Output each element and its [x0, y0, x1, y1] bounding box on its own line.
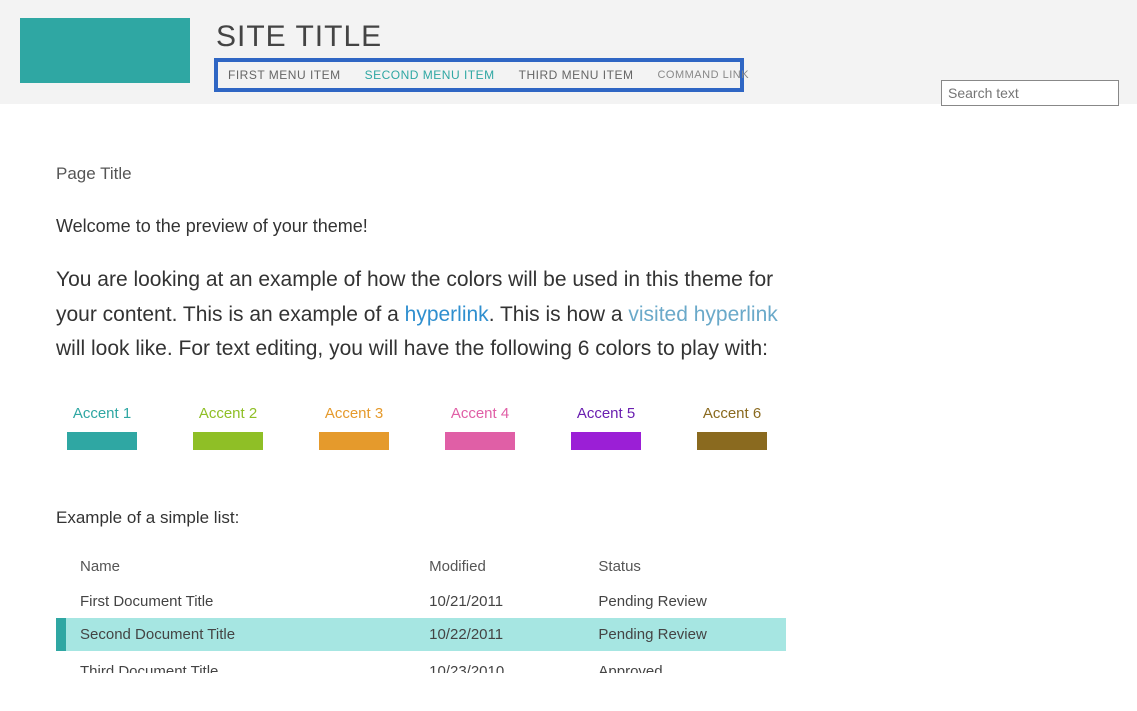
- accent-3-label: Accent 3: [325, 405, 383, 422]
- accent-4: Accent 4: [444, 405, 516, 450]
- cell-status: Pending Review: [574, 618, 786, 651]
- list-heading: Example of a simple list:: [56, 508, 800, 528]
- accent-4-swatch: [445, 432, 515, 450]
- search-input[interactable]: [941, 80, 1119, 106]
- accent-4-label: Accent 4: [451, 405, 509, 422]
- accent-2-label: Accent 2: [199, 405, 257, 422]
- accent-6-swatch: [697, 432, 767, 450]
- accent-3-swatch: [319, 432, 389, 450]
- cell-modified: 10/21/2011: [405, 585, 574, 618]
- nav-item-third[interactable]: THIRD MENU ITEM: [519, 68, 634, 82]
- col-header-status[interactable]: Status: [574, 550, 786, 585]
- header-band: SITE TITLE FIRST MENU ITEM SECOND MENU I…: [0, 0, 1137, 104]
- cell-status: Pending Review: [574, 585, 786, 618]
- cell-name: Second Document Title: [56, 618, 405, 651]
- accent-1-label: Accent 1: [73, 405, 131, 422]
- document-table: Name Modified Status First Document Titl…: [56, 550, 786, 673]
- cell-status: Approved: [574, 651, 786, 673]
- cell-name: Third Document Title: [56, 651, 405, 673]
- accent-6: Accent 6: [696, 405, 768, 450]
- welcome-text: Welcome to the preview of your theme!: [56, 216, 800, 237]
- table-row[interactable]: Third Document Title 10/23/2010 Approved: [56, 651, 786, 673]
- accent-1: Accent 1: [66, 405, 138, 450]
- nav-item-first[interactable]: FIRST MENU ITEM: [228, 68, 341, 82]
- accent-5-swatch: [571, 432, 641, 450]
- cell-modified: 10/22/2011: [405, 618, 574, 651]
- table-row[interactable]: First Document Title 10/21/2011 Pending …: [56, 585, 786, 618]
- accent-5: Accent 5: [570, 405, 642, 450]
- example-visited-hyperlink[interactable]: visited hyperlink: [628, 303, 777, 326]
- table-header-row: Name Modified Status: [56, 550, 786, 585]
- accent-3: Accent 3: [318, 405, 390, 450]
- col-header-name[interactable]: Name: [56, 550, 405, 585]
- table-row-selected[interactable]: Second Document Title 10/22/2011 Pending…: [56, 618, 786, 651]
- page-content: Page Title Welcome to the preview of you…: [0, 104, 800, 673]
- theme-description: You are looking at an example of how the…: [56, 263, 800, 367]
- accent-2: Accent 2: [192, 405, 264, 450]
- nav-item-second[interactable]: SECOND MENU ITEM: [365, 68, 495, 82]
- search-wrap: [941, 80, 1119, 106]
- accent-1-swatch: [67, 432, 137, 450]
- site-logo[interactable]: [20, 18, 190, 83]
- accent-swatch-row: Accent 1 Accent 2 Accent 3 Accent 4 Acce…: [56, 405, 800, 450]
- nav-command-link[interactable]: COMMAND LINK: [657, 69, 749, 81]
- body-mid1: . This is how a: [489, 303, 629, 326]
- col-header-modified[interactable]: Modified: [405, 550, 574, 585]
- accent-2-swatch: [193, 432, 263, 450]
- body-mid2: will look like. For text editing, you wi…: [56, 337, 768, 360]
- cell-modified: 10/23/2010: [405, 651, 574, 673]
- top-nav-highlight: FIRST MENU ITEM SECOND MENU ITEM THIRD M…: [214, 58, 744, 92]
- site-title: SITE TITLE: [214, 20, 1137, 54]
- page-title: Page Title: [56, 164, 800, 184]
- cell-name: First Document Title: [56, 585, 405, 618]
- accent-5-label: Accent 5: [577, 405, 635, 422]
- example-hyperlink[interactable]: hyperlink: [405, 303, 489, 326]
- accent-6-label: Accent 6: [703, 405, 761, 422]
